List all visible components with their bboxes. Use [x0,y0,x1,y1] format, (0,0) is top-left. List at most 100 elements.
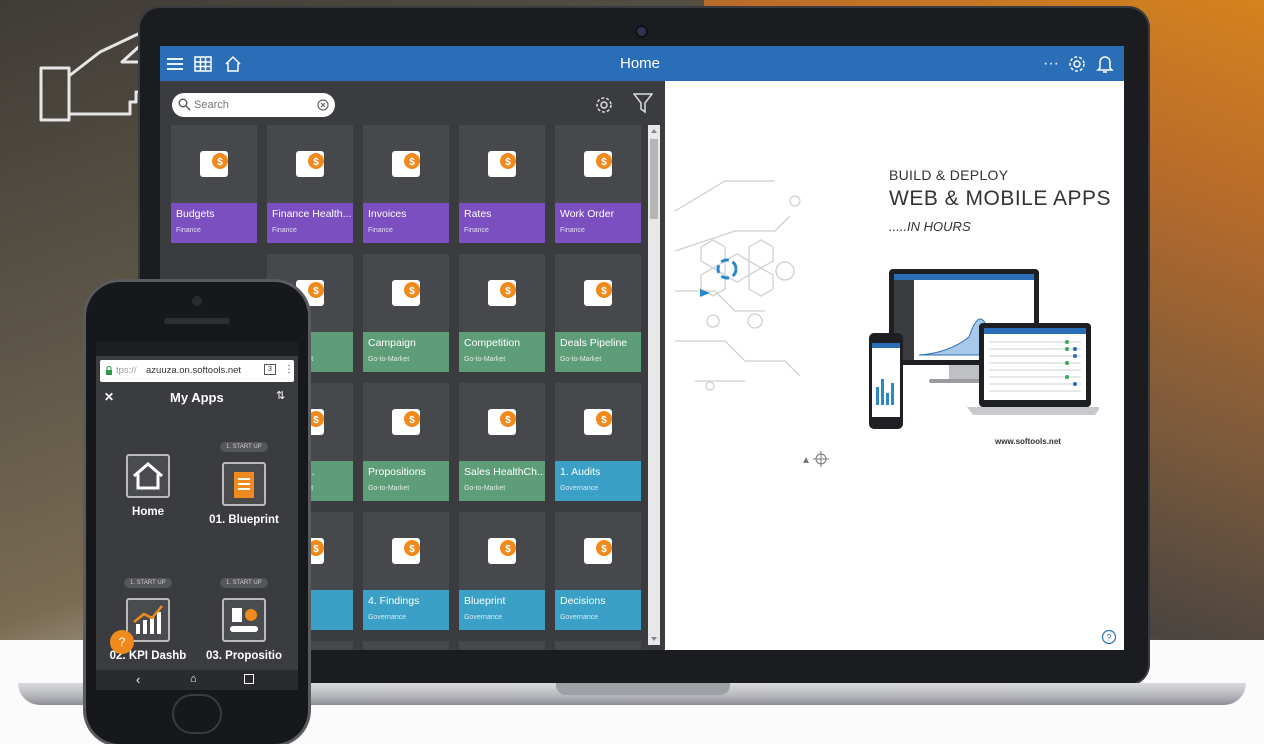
help-fab-button[interactable]: ? [110,630,134,654]
close-icon[interactable]: ✕ [104,390,114,404]
tile-category: Finance [272,227,297,234]
tile-label-band: Work Order Finance [555,203,641,243]
scroll-up-icon[interactable] [650,127,658,135]
phone-address-bar[interactable]: tps:// azuuza.on.softools.net 3 ⋮ [100,360,294,382]
promo-line-1: BUILD & DEPLOY [889,167,1009,183]
app-tile[interactable]: $ Campaign Go-to-Market [363,254,449,372]
blueprint-app-icon [222,462,266,506]
tab-count-badge[interactable]: 3 [264,364,276,375]
banknote-icon: $ [386,270,426,314]
phone-header: ✕ My Apps ⇅ [96,384,298,412]
phone-status-bar [96,342,298,356]
app-tile[interactable]: $ Sales HealthCh... Go-to-Market [459,383,545,501]
menu-icon[interactable] [164,53,186,75]
phone-app-home[interactable]: Home [108,454,188,518]
home-icon[interactable] [222,53,244,75]
app-tile[interactable]: $ Decisions Governance [555,512,641,630]
app-tile[interactable]: $ Work Order Finance [555,125,641,243]
app-tile-partial[interactable] [555,641,641,650]
tile-name: Deals Pipeline [560,337,628,349]
clear-search-icon[interactable] [317,99,329,111]
phone-screen: tps:// azuuza.on.softools.net 3 ⋮ ✕ My A… [96,342,298,690]
grid-icon[interactable] [192,53,214,75]
tile-name: Competition [464,337,521,349]
tile-category: Go-to-Market [464,485,506,492]
bell-icon[interactable] [1094,53,1116,75]
search-box [172,93,335,117]
tile-category: Finance [464,227,489,234]
tile-label-band: Competition Go-to-Market [459,332,545,372]
filter-icon[interactable] [632,92,654,114]
svg-text:$: $ [313,157,319,168]
app-tile[interactable]: $ Invoices Finance [363,125,449,243]
more-icon[interactable]: ··· [1040,53,1062,75]
app-tile[interactable]: $ Competition Go-to-Market [459,254,545,372]
back-icon[interactable]: ‹ [136,672,140,687]
app-tile[interactable]: $ Deals Pipeline Go-to-Market [555,254,641,372]
svg-text:$: $ [505,415,511,426]
blueprint-icon: $ [482,528,522,572]
app-tile[interactable]: $ Rates Finance [459,125,545,243]
svg-text:$: $ [217,157,223,168]
settings-icon[interactable] [1066,53,1088,75]
search-input[interactable] [194,96,314,114]
app-tile[interactable]: $1. Audits Governance [555,383,641,501]
tile-label-band: Propositions Go-to-Market [363,461,449,501]
tile-category: Finance [176,227,201,234]
cursor-crosshair-icon [803,451,829,467]
presentation-icon: $ [578,141,618,185]
tile-category: Governance [368,614,407,621]
app-tile[interactable]: $ Blueprint Governance [459,512,545,630]
tile-label-band: Decisions Governance [555,590,641,630]
svg-text:$: $ [601,544,607,555]
scrollbar-thumb[interactable] [650,139,658,219]
phone-url-prefix: tps:// [116,365,137,376]
phone-app-label: 01. Blueprint [209,514,279,526]
phone-app-blueprint[interactable]: 01. Blueprint [204,462,284,526]
svg-text:$: $ [313,286,319,297]
tile-name: Sales HealthCh... [464,466,544,478]
tile-category: Go-to-Market [368,485,410,492]
app-tile-partial[interactable] [363,641,449,650]
svg-text:$: $ [505,286,511,297]
app-tile-partial[interactable] [459,641,545,650]
app-tile[interactable]: $ Finance Health... Finance [267,125,353,243]
svg-text:$: $ [505,157,511,168]
tile-label-band: Finance Health... Finance [267,203,353,243]
browser-menu-icon[interactable]: ⋮ [284,364,294,375]
phone-app-label: 03. Propositio [205,650,283,662]
app-tile[interactable]: $4. Findings Governance [363,512,449,630]
tile-category: Governance [464,614,503,621]
phone-home-button[interactable] [172,694,222,734]
svg-text:$: $ [313,415,319,426]
recents-icon[interactable] [244,674,254,684]
phone-frame: tps:// azuuza.on.softools.net 3 ⋮ ✕ My A… [86,282,308,744]
phone-nav-bar: ‹ ⌂ [96,670,298,690]
app-tile[interactable]: $ Propositions Go-to-Market [363,383,449,501]
tile-label-band: 1. Audits Governance [555,461,641,501]
home-nav-icon[interactable]: ⌂ [190,673,197,685]
help-icon[interactable]: ? [1101,629,1117,645]
phone-app-label: Home [132,506,164,518]
tile-name: Work Order [560,208,615,220]
sort-icon[interactable]: ⇅ [276,389,285,402]
tile-label-band: Budgets Finance [171,203,257,243]
tile-category: Governance [560,485,599,492]
search-icon [178,98,191,111]
tile-label-band: 4. Findings Governance [363,590,449,630]
tile-label-band: Rates Finance [459,203,545,243]
tile-name: Rates [464,208,492,220]
money-bag-icon: $ [578,270,618,314]
phone-app-propositions[interactable]: 03. Propositio [204,598,284,662]
svg-text:$: $ [313,544,319,555]
lock-icon [106,366,112,375]
audit-stamp-icon: $ [578,399,618,443]
app-tile[interactable]: $ Budgets Finance [171,125,257,243]
svg-text:$: $ [505,544,511,555]
tile-category: Governance [560,614,599,621]
laptop-camera [637,27,646,36]
panel-settings-icon[interactable] [593,94,615,116]
scroll-down-icon[interactable] [650,635,658,643]
scrollbar[interactable] [648,125,660,645]
website-url: www.softools.net [995,437,1061,446]
